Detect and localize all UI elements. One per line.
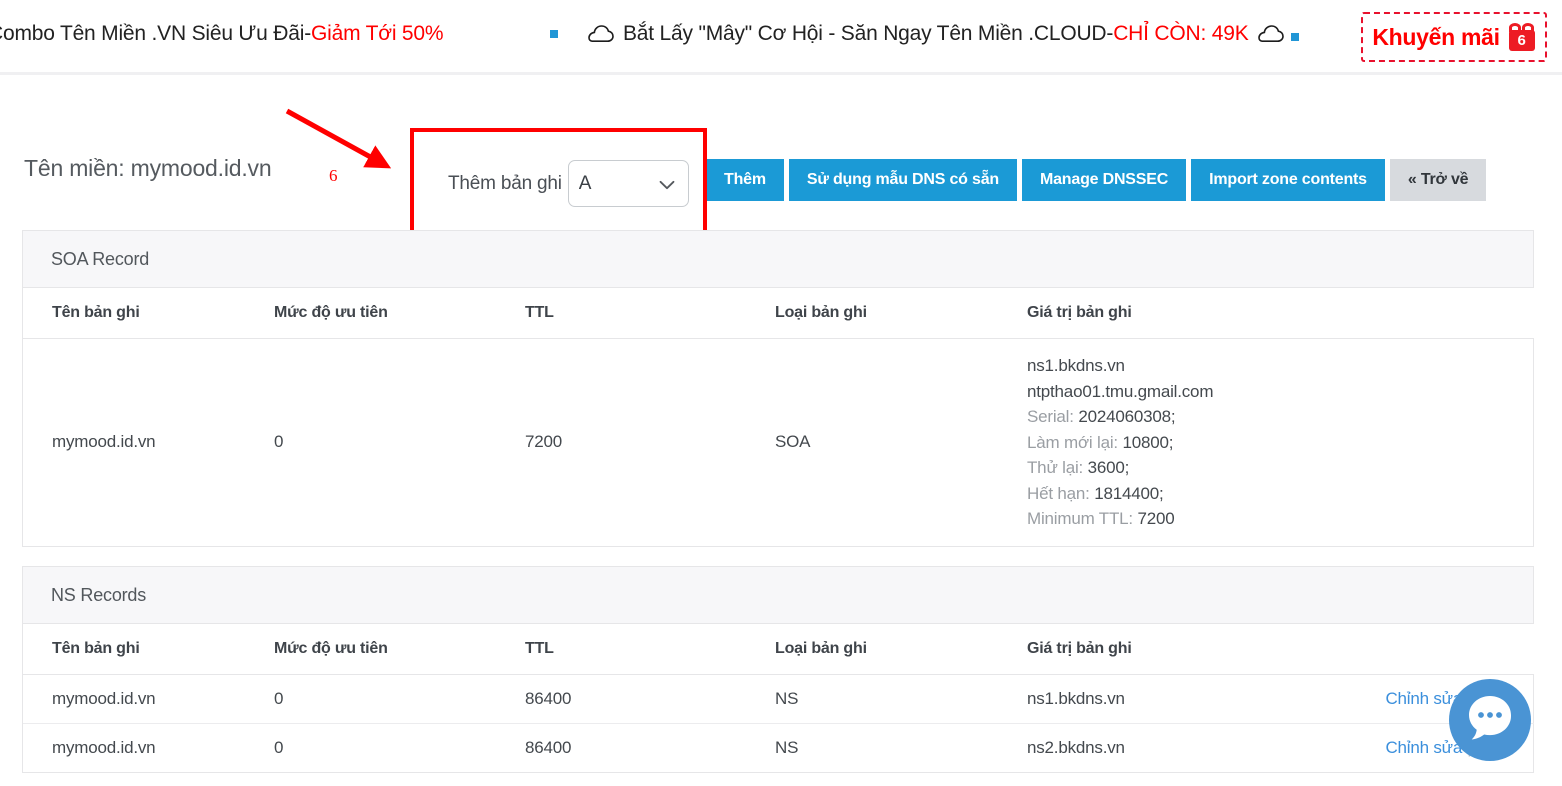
table-header-row: Tên bản ghi Mức độ ưu tiên TTL Loại bản … [23,288,1534,339]
import-zone-contents-button[interactable]: Import zone contents [1191,159,1385,201]
soa-value-label: Thử lại: [1027,458,1088,477]
promo-message-1-text: Combo Tên Miền .VN Siêu Ưu Đãi [0,22,304,46]
promo-message-1[interactable]: Combo Tên Miền .VN Siêu Ưu Đãi - Giảm Tớ… [0,22,443,46]
cell-record-value: ns1.bkdns.vn [1027,675,1357,724]
add-record-control: Thêm bản ghi A [448,160,689,207]
column-header-type: Loại bản ghi [775,288,1027,339]
soa-record-card: SOA Record Tên bản ghi Mức độ ưu tiên TT… [22,230,1534,547]
table-row: mymood.id.vn07200SOAns1.bkdns.vnntpthao0… [23,339,1534,546]
promo-message-2[interactable]: Bắt Lấy "Mây" Cơ Hội - Săn Ngay Tên Miền… [520,22,1284,46]
toolbar-buttons: Thêm Sử dụng mẫu DNS có sẵn Manage DNSSE… [706,159,1486,201]
soa-value-number: 10800; [1122,433,1173,452]
cell-ttl: 86400 [525,724,775,773]
cloud-icon-trailing [1258,25,1284,43]
soa-value-number: 3600; [1088,458,1130,477]
column-header-ttl: TTL [525,624,775,675]
cell-actions [1357,339,1534,546]
promo-message-1-highlight: Giảm Tới 50% [311,22,443,46]
chat-widget-button[interactable] [1448,678,1532,762]
soa-value-line: Hết hạn: 1814400; [1027,481,1357,507]
soa-value-line: Minimum TTL: 7200 [1027,506,1357,532]
cell-ttl: 86400 [525,675,775,724]
soa-value-line: ns1.bkdns.vn [1027,353,1357,379]
soa-value-line: Thử lại: 3600; [1027,455,1357,481]
column-header-ttl: TTL [525,288,775,339]
cell-record-value: ns2.bkdns.vn [1027,724,1357,773]
soa-card-title: SOA Record [23,231,1533,288]
column-header-name: Tên bản ghi [23,624,274,675]
promo-separator-dot-right [1291,33,1299,41]
promo-message-2-highlight: CHỈ CÒN: 49K [1113,22,1248,46]
ns-records-table: Tên bản ghi Mức độ ưu tiên TTL Loại bản … [23,624,1534,772]
table-row: mymood.id.vn086400NSns1.bkdns.vnChỉnh sử… [23,675,1534,724]
soa-value-label: Hết hạn: [1027,484,1094,503]
back-button[interactable]: « Trở về [1390,159,1486,201]
soa-value-number: 2024060308; [1078,407,1175,426]
promo-banner: Combo Tên Miền .VN Siêu Ưu Đãi - Giảm Tớ… [0,0,1562,75]
promo-separator-dot [550,30,558,38]
soa-value-number: 1814400; [1094,484,1163,503]
promo-cta-label: Khuyến mãi [1372,24,1499,51]
cell-record-type: NS [775,724,1027,773]
promo-message-1-dash: - [304,22,311,46]
chat-bubble-icon [1448,678,1532,762]
column-header-actions [1357,624,1534,675]
column-header-type: Loại bản ghi [775,624,1027,675]
cell-record-type: SOA [775,339,1027,546]
annotation-arrow-icon [280,105,410,190]
cell-ttl: 7200 [525,339,775,546]
use-dns-template-button[interactable]: Sử dụng mẫu DNS có sẵn [789,159,1017,201]
add-record-label: Thêm bản ghi [448,173,562,195]
soa-value-line: ntpthao01.tmu.gmail.com [1027,379,1357,405]
column-header-value: Giá trị bản ghi [1027,624,1357,675]
manage-dnssec-button[interactable]: Manage DNSSEC [1022,159,1186,201]
cell-record-value: ns1.bkdns.vnntpthao01.tmu.gmail.comSeria… [1027,339,1357,546]
column-header-priority: Mức độ ưu tiên [274,288,525,339]
table-header-row: Tên bản ghi Mức độ ưu tiên TTL Loại bản … [23,624,1534,675]
cell-record-name: mymood.id.vn [23,339,274,546]
gift-icon: 6 [1508,23,1536,51]
column-header-priority: Mức độ ưu tiên [274,624,525,675]
column-header-actions [1357,288,1534,339]
page-title: Tên miền: mymood.id.vn [24,155,271,182]
cell-record-name: mymood.id.vn [23,675,274,724]
cell-priority: 0 [274,675,525,724]
soa-value-number: 7200 [1137,509,1174,528]
annotation-number: 6 [329,166,338,186]
promo-message-2-text: Bắt Lấy "Mây" Cơ Hội - Săn Ngay Tên Miền… [623,22,1106,46]
soa-value-label: Minimum TTL: [1027,509,1137,528]
promo-cta-badge: 6 [1509,30,1535,51]
cell-record-name: mymood.id.vn [23,724,274,773]
ns-records-card: NS Records Tên bản ghi Mức độ ưu tiên TT… [22,566,1534,773]
soa-record-table: Tên bản ghi Mức độ ưu tiên TTL Loại bản … [23,288,1534,546]
cloud-icon [588,25,614,43]
promo-message-2-dash: - [1106,22,1113,46]
record-type-select[interactable]: A [568,160,689,207]
table-row: mymood.id.vn086400NSns2.bkdns.vnChỉnh sử… [23,724,1534,773]
cell-priority: 0 [274,724,525,773]
promo-cta-button[interactable]: Khuyến mãi 6 [1361,12,1547,62]
cell-priority: 0 [274,339,525,546]
cell-record-type: NS [775,675,1027,724]
soa-value-label: Làm mới lại: [1027,433,1122,452]
soa-value-line: Serial: 2024060308; [1027,404,1357,430]
column-header-value: Giá trị bản ghi [1027,288,1357,339]
add-record-button[interactable]: Thêm [706,159,784,201]
soa-value-line: Làm mới lại: 10800; [1027,430,1357,456]
column-header-name: Tên bản ghi [23,288,274,339]
soa-value-label: Serial: [1027,407,1078,426]
ns-card-title: NS Records [23,567,1533,624]
